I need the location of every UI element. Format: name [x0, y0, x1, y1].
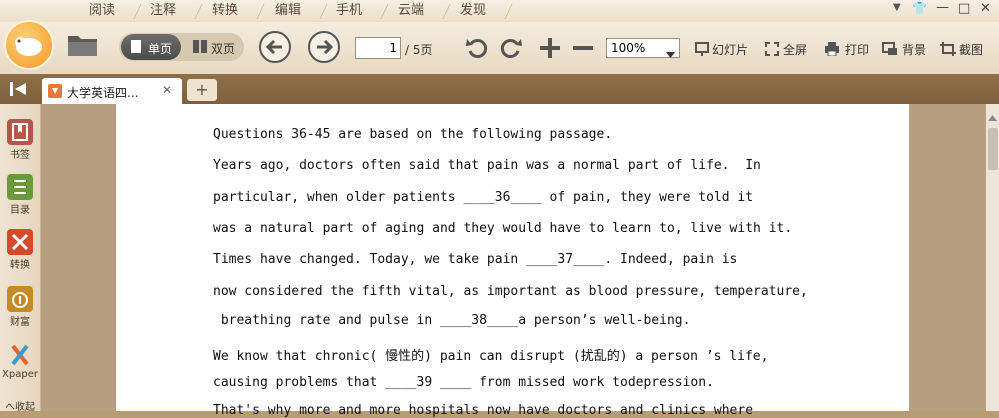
double-page-label[interactable]: 双页 — [211, 40, 235, 57]
minimize-icon[interactable]: — — [936, 0, 949, 15]
pdf-file-icon — [48, 83, 62, 102]
print-icon[interactable] — [824, 41, 840, 60]
outline-icon — [7, 174, 33, 200]
sidebar-item-label: 转换 — [10, 260, 30, 271]
zoom-select[interactable]: 100% — [606, 38, 680, 58]
sidebar-item-bookmarks[interactable]: 书签 — [0, 119, 40, 161]
menu-tab-edit[interactable]: 编辑 — [260, 1, 316, 21]
new-tab-button[interactable]: + — [187, 79, 217, 101]
menu-tab-discover[interactable]: 发现 — [445, 1, 501, 21]
sidebar-toggle-icon[interactable] — [10, 81, 28, 101]
fullscreen-icon[interactable] — [765, 41, 779, 60]
menu-tab-annotate[interactable]: 注释 — [135, 1, 191, 21]
background-icon[interactable] — [882, 41, 898, 60]
sidebar-item-xpaper[interactable]: Xpaper — [0, 342, 40, 380]
sidebar-item-label: 目录 — [10, 205, 30, 216]
single-page-label: 单页 — [148, 42, 173, 56]
screenshot-button[interactable]: 截图 — [959, 41, 983, 58]
sidebar-item-label: 财富 — [10, 317, 30, 328]
sidebar-item-outline[interactable]: 目录 — [0, 174, 40, 216]
sidebar-item-label: 书签 — [10, 150, 30, 161]
zoom-value: 100% — [611, 41, 646, 55]
document-text-line: now considered the fifth vital, as impor… — [213, 284, 808, 299]
sidebar-item-convert[interactable]: 转换 — [0, 229, 40, 271]
tab-title: 大学英语四... — [67, 86, 139, 100]
next-page-button[interactable] — [308, 31, 340, 63]
menu-tab-read[interactable]: 阅读 — [74, 1, 130, 21]
menu-tab-cloud[interactable]: 云端 — [383, 1, 439, 21]
zoom-out-icon[interactable] — [572, 37, 594, 63]
scrollbar-thumb[interactable] — [988, 128, 998, 170]
document-text-line: causing problems that ____39 ____ from m… — [213, 375, 714, 390]
screenshot-icon[interactable] — [940, 41, 956, 60]
document-text-line: particular, when older patients ____36__… — [213, 190, 754, 205]
rotate-left-icon[interactable] — [465, 36, 489, 64]
document-text-line: Questions 36-45 are based on the followi… — [213, 127, 613, 142]
tab-close-icon[interactable]: ✕ — [162, 83, 172, 97]
menu-tab-mobile[interactable]: 手机 — [321, 1, 377, 21]
close-window-icon[interactable]: ✕ — [980, 1, 991, 16]
xpaper-icon — [7, 342, 33, 368]
fullscreen-button[interactable]: 全屏 — [783, 41, 807, 58]
page-number-input[interactable]: 1 — [355, 37, 401, 59]
open-file-icon[interactable] — [66, 32, 100, 62]
wealth-icon — [7, 286, 33, 312]
document-text-line: breathing rate and pulse in ____38____a … — [213, 313, 691, 328]
single-page-icon — [130, 39, 142, 58]
convert-icon — [7, 229, 33, 255]
sidebar: 书签 目录 转换 财富 Xpaper へ收起 — [0, 104, 41, 413]
document-text-line: Times have changed. Today, we take pain … — [213, 252, 738, 267]
sidebar-item-wealth[interactable]: 财富 — [0, 286, 40, 328]
page-total-label: / 5页 — [405, 43, 433, 57]
tab-document[interactable]: 大学英语四... ✕ — [42, 78, 182, 104]
chevron-down-icon — [666, 45, 675, 63]
rotate-right-icon[interactable] — [499, 36, 523, 64]
sidebar-item-label: Xpaper — [2, 369, 38, 380]
slideshow-icon[interactable] — [695, 41, 709, 60]
bookmark-icon — [7, 119, 33, 145]
print-button[interactable]: 打印 — [845, 41, 869, 58]
menu-dropdown-icon[interactable]: ▼ — [893, 2, 901, 13]
document-text-line: Years ago, doctors often said that pain … — [213, 158, 761, 173]
skin-icon[interactable]: 👕 — [912, 1, 927, 15]
maximize-icon[interactable]: □ — [958, 1, 970, 16]
double-page-icon[interactable] — [192, 39, 208, 58]
menu-tab-convert[interactable]: 转换 — [197, 1, 253, 21]
app-logo-icon[interactable] — [4, 20, 54, 70]
document-text-line: We know that chronic( 慢性的) pain can disr… — [213, 349, 769, 364]
menu-bar: 阅读 注释 转换 编辑 手机 云端 发现 ▼ 👕 — □ ✕ — [0, 0, 999, 22]
document-text-line: was a natural part of aging and they wou… — [213, 221, 793, 236]
previous-page-button[interactable] — [259, 31, 291, 63]
slideshow-button[interactable]: 幻灯片 — [712, 41, 748, 58]
background-button[interactable]: 背景 — [902, 41, 926, 58]
zoom-in-icon[interactable] — [539, 37, 561, 63]
plus-icon: + — [195, 80, 209, 99]
scroll-up-icon[interactable] — [988, 106, 997, 125]
